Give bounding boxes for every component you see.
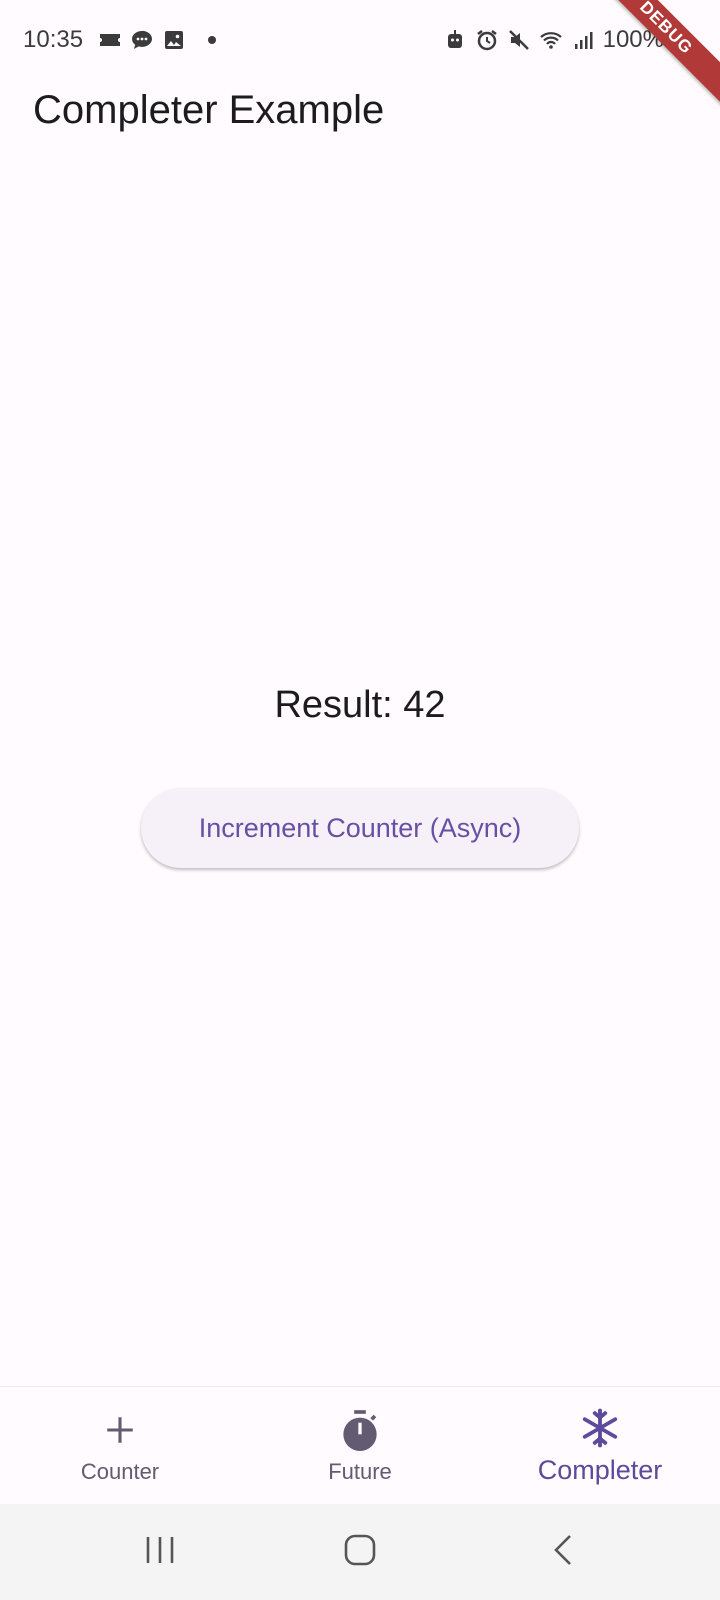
bottom-navigation-bar: Counter Future Completer <box>0 1386 720 1505</box>
ticket-icon <box>100 34 120 46</box>
timer-icon <box>343 1410 377 1451</box>
chat-icon <box>132 30 152 49</box>
alarm-icon <box>476 30 497 51</box>
status-time: 10:35 <box>23 26 84 53</box>
signal-icon <box>574 32 593 49</box>
nav-item-completer[interactable]: Completer <box>480 1387 720 1505</box>
increment-counter-button[interactable]: Increment Counter (Async) <box>141 788 579 868</box>
dot-icon <box>208 36 216 44</box>
home-icon[interactable] <box>342 1532 378 1568</box>
nav-item-future[interactable]: Future <box>240 1387 480 1505</box>
status-bar: 10:35 100% <box>0 0 720 82</box>
snowflake-icon <box>582 1408 618 1448</box>
page-title: Completer Example <box>33 88 385 132</box>
image-icon <box>165 31 183 49</box>
plus-icon <box>107 1417 133 1443</box>
wifi-icon <box>539 32 562 49</box>
system-navigation-bar <box>0 1504 720 1600</box>
notification-icons <box>98 28 224 52</box>
bot-icon <box>447 30 462 48</box>
nav-label-completer: Completer <box>537 1455 663 1485</box>
back-icon[interactable] <box>546 1532 582 1568</box>
recents-icon[interactable] <box>142 1532 178 1568</box>
mute-icon <box>508 30 529 50</box>
nav-item-counter[interactable]: Counter <box>0 1387 240 1505</box>
nav-label-future: Future <box>328 1459 392 1484</box>
result-text: Result: 42 <box>274 684 446 726</box>
nav-label-counter: Counter <box>80 1459 160 1484</box>
